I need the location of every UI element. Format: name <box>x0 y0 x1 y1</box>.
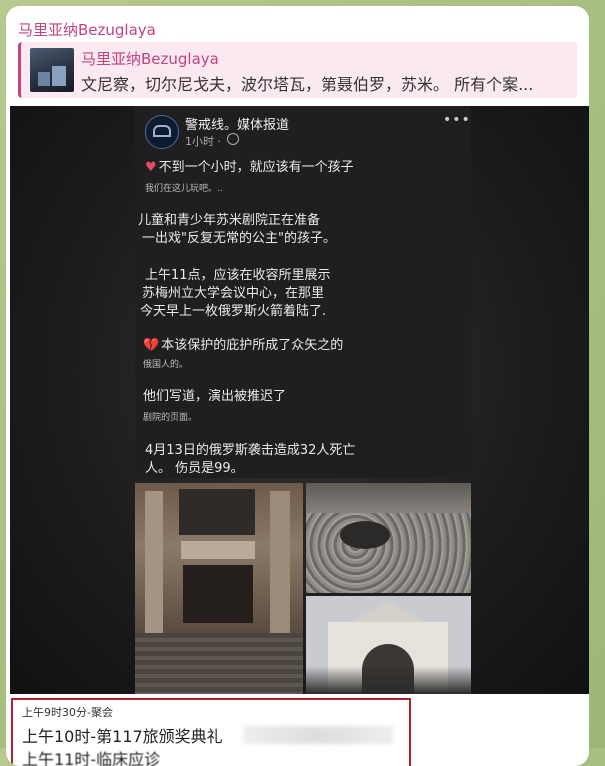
post-line: ♥ 不到一个小时，就应该有一个孩子 <box>145 160 354 175</box>
schedule-line: 上午9时30分-聚会 <box>22 706 113 719</box>
blurred-region <box>243 726 393 744</box>
post-line: 一出戏"反复无常的公主"的孩子。 <box>142 231 336 246</box>
schedule-line: 上午11时-临床应诊 <box>22 750 161 766</box>
building-arch-photo <box>306 596 471 694</box>
reply-preview[interactable]: 马里亚纳Bezuglaya 文尼察，切尔尼戈夫，波尔塔瓦，第聂伯罗，苏米。 所有… <box>18 42 577 98</box>
schedule-text-block: 上午9时30分-聚会 上午10时-第117旅颁奖典礼 上午11时-临床应诊 <box>11 698 411 766</box>
schedule-line: 上午10时-第117旅颁奖典礼 <box>22 727 223 746</box>
more-dots-icon: ••• <box>443 112 471 128</box>
post-line: 他们写道，演出被推迟了 <box>143 389 287 404</box>
rubble-photo <box>306 483 471 593</box>
attached-image[interactable]: 警戒线。媒体报道 1小时 · ••• ♥ 不到一个小时，就应该有一个孩子 我们在这… <box>10 106 589 694</box>
post-line: 上午11点，应该在收容所里展示 <box>145 268 331 283</box>
post-time: 1小时 · <box>185 135 221 148</box>
post-line: 💔 本该保护的庇护所成了众矢之的 <box>143 338 344 353</box>
post-small-line: 剧院的页面。 <box>143 413 198 423</box>
page-avatar <box>145 115 179 149</box>
post-line: 苏梅州立大学会议中心，在那里 <box>142 286 325 301</box>
white-heart-icon: ♥ <box>145 160 157 175</box>
theater-facade-photo <box>135 483 303 694</box>
page-name: 警戒线。媒体报道 <box>185 118 290 133</box>
post-small-line: 俄国人的。 <box>143 360 189 370</box>
reply-text: 文尼察，切尔尼戈夫，波尔塔瓦，第聂伯罗，苏米。 所有个案... <box>81 75 534 94</box>
broken-heart-icon: 💔 <box>143 338 160 353</box>
reply-sender-name: 马里亚纳Bezuglaya <box>81 50 219 68</box>
facebook-post-screenshot: 警戒线。媒体报道 1小时 · ••• ♥ 不到一个小时，就应该有一个孩子 我们在这… <box>135 106 471 478</box>
post-line: 人。 伤员是99。 <box>145 461 244 476</box>
post-line: 今天早上一枚俄罗斯火箭着陆了. <box>140 304 327 319</box>
post-line: 儿童和青少年苏米剧院正在准备 <box>138 213 321 228</box>
post-small-line: 我们在这儿玩吧。.. <box>145 184 223 194</box>
message-bubble: 马里亚纳Bezuglaya 马里亚纳Bezuglaya 文尼察，切尔尼戈夫，波尔… <box>6 6 589 766</box>
globe-icon <box>227 133 239 145</box>
post-line: 4月13日的俄罗斯袭击造成32人死亡 <box>145 443 356 458</box>
reply-thumbnail <box>30 48 74 92</box>
sender-name[interactable]: 马里亚纳Bezuglaya <box>18 19 156 40</box>
